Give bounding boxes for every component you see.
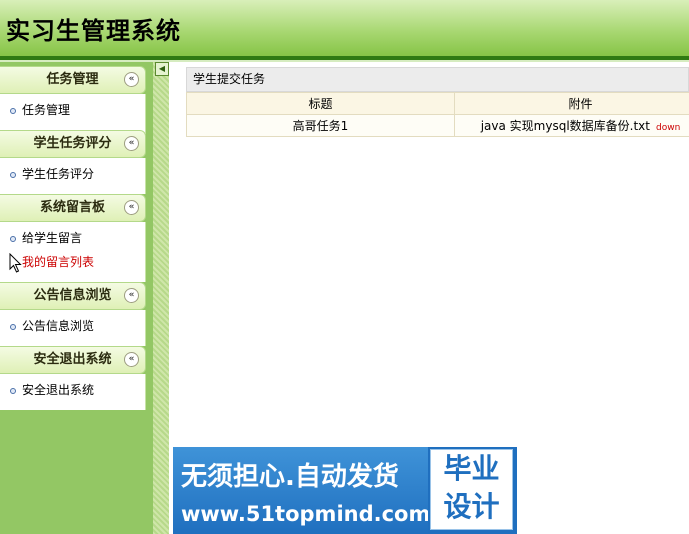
attachment-filename: java 实现mysql数据库备份.txt <box>480 119 650 133</box>
sidebar-item-task-manage[interactable]: 任务管理 <box>0 98 145 122</box>
menu-group-logout: 安全退出系统 « 安全退出系统 <box>0 346 146 410</box>
banner-badge-line1: 毕业 <box>443 452 500 485</box>
bullet-icon <box>10 107 16 114</box>
menu-group-scoring: 学生任务评分 « 学生任务评分 <box>0 130 146 194</box>
cell-attachment: java 实现mysql数据库备份.txt down <box>454 114 689 137</box>
menu-group-messages: 系统留言板 « 给学生留言 我的留言列表 <box>0 194 146 282</box>
sidebar-item-my-messages[interactable]: 我的留言列表 <box>0 250 145 274</box>
menu-group-announcements: 公告信息浏览 « 公告信息浏览 <box>0 282 146 346</box>
sidebar-item-label: 安全退出系统 <box>22 383 95 397</box>
banner-text-area: 无须担心.自动发货 www.51topmind.com <box>173 447 431 534</box>
collapse-icon[interactable]: « <box>124 288 139 303</box>
sidebar-item-logout[interactable]: 安全退出系统 <box>0 378 145 402</box>
sidebar-item-leave-message[interactable]: 给学生留言 <box>0 226 145 250</box>
menu-group-task: 任务管理 « 任务管理 <box>0 66 146 134</box>
menu-header-logout[interactable]: 安全退出系统 « <box>0 346 146 374</box>
sidebar-splitter[interactable]: ◀ <box>153 62 169 534</box>
cell-title: 高哥任务1 <box>186 114 455 137</box>
menu-header-label: 学生任务评分 <box>33 136 112 151</box>
bullet-icon <box>10 323 16 330</box>
table-header-row: 标题 附件 <box>186 92 689 115</box>
collapse-icon[interactable]: « <box>124 136 139 151</box>
column-header-attachment: 附件 <box>454 92 689 115</box>
sidebar-item-announcements[interactable]: 公告信息浏览 <box>0 314 145 338</box>
banner-url: www.51topmind.com <box>181 502 431 526</box>
panel-title: 学生提交任务 <box>186 67 689 92</box>
collapse-sidebar-icon[interactable]: ◀ <box>155 62 169 76</box>
sidebar-item-label: 任务管理 <box>22 103 71 117</box>
submissions-table: 标题 附件 高哥任务1 java 实现mysql数据库备份.txt down <box>186 92 689 137</box>
collapse-icon[interactable]: « <box>124 72 139 87</box>
app-title: 实习生管理系统 <box>6 16 181 45</box>
sidebar-item-task-scoring[interactable]: 学生任务评分 <box>0 162 145 186</box>
mouse-pointer-icon <box>9 253 22 273</box>
banner-badge-box: 毕业 设计 <box>430 449 513 530</box>
banner-badge: 毕业 设计 <box>428 447 517 534</box>
bullet-icon <box>10 171 16 178</box>
sidebar: 任务管理 « 任务管理 学生任务评分 « 学生任务评分 系统留言板 « 给学生留… <box>0 62 153 534</box>
sidebar-item-label: 我的留言列表 <box>22 255 95 269</box>
sidebar-item-label: 给学生留言 <box>22 231 83 245</box>
bullet-icon <box>10 387 16 394</box>
menu-header-scoring[interactable]: 学生任务评分 « <box>0 130 146 158</box>
collapse-icon[interactable]: « <box>124 352 139 367</box>
main-content: 学生提交任务 标题 附件 高哥任务1 java 实现mysql数据库备份.txt… <box>186 67 689 137</box>
banner-badge-line2: 设计 <box>443 490 500 523</box>
banner-slogan: 无须担心.自动发货 <box>181 462 399 492</box>
sidebar-item-label: 学生任务评分 <box>22 167 95 181</box>
download-link[interactable]: down <box>656 123 680 133</box>
menu-header-announcements[interactable]: 公告信息浏览 « <box>0 282 146 310</box>
app-header: 实习生管理系统 <box>0 0 689 60</box>
menu-header-messages[interactable]: 系统留言板 « <box>0 194 146 222</box>
menu-header-label: 系统留言板 <box>39 200 105 215</box>
menu-header-label: 安全退出系统 <box>33 352 112 367</box>
menu-header-task[interactable]: 任务管理 « <box>0 66 146 94</box>
column-header-title: 标题 <box>186 92 455 115</box>
bullet-icon <box>10 235 16 242</box>
menu-header-label: 任务管理 <box>46 72 99 87</box>
watermark-banner[interactable]: 无须担心.自动发货 www.51topmind.com 毕业 设计 <box>173 447 517 534</box>
menu-header-label: 公告信息浏览 <box>33 288 112 303</box>
table-row: 高哥任务1 java 实现mysql数据库备份.txt down <box>186 114 689 137</box>
sidebar-item-label: 公告信息浏览 <box>22 319 95 333</box>
collapse-icon[interactable]: « <box>124 200 139 215</box>
